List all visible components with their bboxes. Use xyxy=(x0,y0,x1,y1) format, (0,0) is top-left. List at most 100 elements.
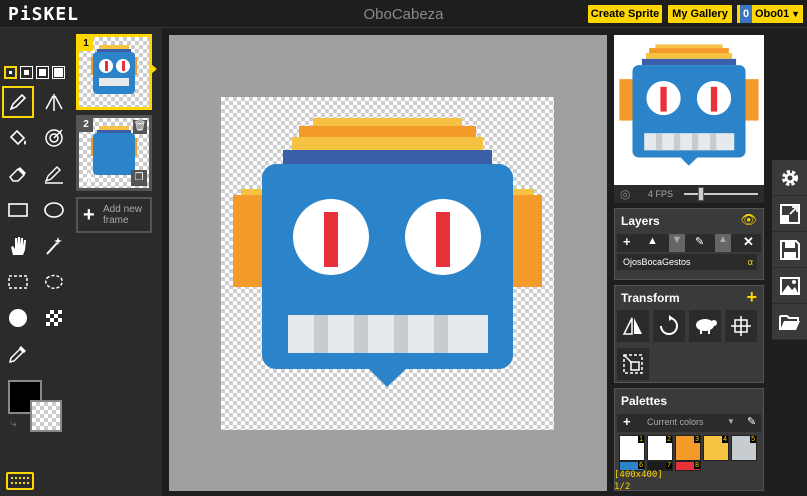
transform-title: Transform xyxy=(621,291,680,305)
palette-swatch[interactable]: 4 xyxy=(703,435,729,461)
drawing-canvas[interactable] xyxy=(221,97,554,430)
crop-button[interactable] xyxy=(617,348,649,380)
save-button[interactable] xyxy=(772,232,807,267)
resize-button[interactable] xyxy=(772,196,807,231)
settings-button[interactable] xyxy=(772,160,807,195)
lasso-select-tool[interactable] xyxy=(38,266,70,298)
folder-open-icon xyxy=(778,314,800,330)
paint-bucket-tool[interactable] xyxy=(2,122,34,154)
add-frame-button[interactable]: + Add new frame xyxy=(76,197,152,233)
transform-panel: Transform + xyxy=(614,285,764,383)
rectangle-icon xyxy=(8,203,28,217)
save-icon xyxy=(779,239,800,260)
vertical-mirror-tool[interactable] xyxy=(38,86,70,118)
rectangle-tool[interactable] xyxy=(2,194,34,226)
pen-size-4[interactable] xyxy=(52,66,65,79)
clone-button[interactable] xyxy=(689,310,721,342)
chevron-down-icon: ▼ xyxy=(791,9,800,19)
move-frame-icon[interactable]: ✛ xyxy=(81,170,97,186)
frame-preview xyxy=(91,45,137,94)
palette-swatch[interactable]: 3 xyxy=(675,435,701,461)
secondary-color-swatch[interactable] xyxy=(30,400,62,432)
import-button[interactable] xyxy=(772,304,807,339)
my-gallery-button[interactable]: My Gallery xyxy=(668,5,732,23)
rotate-button[interactable] xyxy=(653,310,685,342)
robot-sprite xyxy=(233,118,542,387)
move-layer-down-icon[interactable]: ▼ xyxy=(669,234,685,252)
dithering-tool[interactable] xyxy=(38,302,70,334)
colorswap-tool[interactable] xyxy=(38,122,70,154)
frame-thumbnail[interactable]: 2 🗑 ✛ ❐ xyxy=(76,115,152,191)
color-picker-icon xyxy=(8,346,26,364)
palette-swatch[interactable]: 2 xyxy=(647,435,673,461)
frame-counter: 1/2 xyxy=(614,482,631,492)
selected-frame-arrow xyxy=(151,64,157,74)
crop-icon xyxy=(623,354,643,374)
circle-tool[interactable] xyxy=(38,194,70,226)
color-picker-tool[interactable] xyxy=(2,338,34,370)
move-tool[interactable] xyxy=(2,230,34,262)
pen-size-2[interactable] xyxy=(20,66,33,79)
delete-frame-icon[interactable]: 🗑 xyxy=(133,120,147,134)
merge-layer-icon[interactable]: ▲ xyxy=(715,234,731,252)
vertical-mirror-icon xyxy=(45,94,63,111)
eraser-icon xyxy=(9,167,26,182)
palette-select[interactable]: Current colors xyxy=(647,417,704,427)
shape-select-tool[interactable] xyxy=(38,230,70,262)
dithering-icon xyxy=(46,310,62,326)
plus-icon: + xyxy=(83,204,95,226)
flip-icon xyxy=(622,317,642,335)
create-sprite-button[interactable]: Create Sprite xyxy=(588,5,662,23)
rectangle-select-tool[interactable] xyxy=(2,266,34,298)
palette-swatch[interactable]: 8 xyxy=(675,461,701,471)
tools-panel: ⤷ xyxy=(0,28,72,496)
edit-layer-icon[interactable]: ✎ xyxy=(695,235,704,248)
add-transform-icon[interactable]: + xyxy=(746,287,757,308)
align-center-icon xyxy=(731,316,751,336)
pen-tool[interactable] xyxy=(2,86,34,118)
flip-button[interactable] xyxy=(617,310,649,342)
magic-wand-icon xyxy=(46,237,62,255)
pen-size-1[interactable] xyxy=(4,66,17,79)
fps-slider[interactable] xyxy=(684,193,758,195)
add-palette-icon[interactable]: + xyxy=(623,414,631,429)
frame-thumbnail[interactable]: 1 xyxy=(76,34,152,110)
lasso-select-icon xyxy=(44,274,63,290)
eye-icon[interactable]: 👁 xyxy=(740,212,757,228)
layer-opacity[interactable]: α xyxy=(748,254,753,270)
top-bar: PiSKEL OboCabeza Create Sprite My Galler… xyxy=(0,0,807,28)
settings-sidebar xyxy=(772,160,807,340)
preview-sprite xyxy=(619,44,759,166)
add-layer-icon[interactable]: + xyxy=(623,234,631,249)
onion-skin-icon[interactable]: ◎ xyxy=(620,187,630,201)
edit-palette-icon[interactable]: ✎ xyxy=(747,415,756,428)
pen-size-3[interactable] xyxy=(36,66,49,79)
colorswap-icon xyxy=(45,129,63,147)
move-layer-up-icon[interactable]: ▲ xyxy=(647,235,658,247)
delete-layer-icon[interactable]: ✕ xyxy=(743,234,754,250)
lighten-tool[interactable] xyxy=(2,302,34,334)
resize-icon xyxy=(779,203,800,224)
layer-row[interactable]: OjosBocaGestos α xyxy=(617,254,757,270)
gear-icon xyxy=(781,169,798,186)
stroke-tool[interactable] xyxy=(38,158,70,190)
fps-slider-handle[interactable] xyxy=(698,187,704,201)
duplicate-frame-icon[interactable]: ❐ xyxy=(131,170,147,186)
keyboard-shortcuts-icon[interactable] xyxy=(6,472,34,490)
swap-colors-icon[interactable]: ⤷ xyxy=(10,416,17,431)
user-menu-button[interactable]: 0 Obo01 ▼ xyxy=(737,5,803,23)
export-button[interactable] xyxy=(772,268,807,303)
chevron-down-icon[interactable]: ▼ xyxy=(727,417,735,426)
palette-swatch[interactable]: 5 xyxy=(731,435,757,461)
palette-toolbar: + Current colors ▼ ✎ xyxy=(617,414,761,432)
palette-swatch[interactable]: 1 xyxy=(619,435,645,461)
user-badge: 0 xyxy=(740,5,752,23)
add-frame-label: Add new frame xyxy=(103,204,142,226)
rotate-icon xyxy=(660,315,678,335)
hand-icon xyxy=(11,237,26,255)
pen-icon xyxy=(9,93,27,111)
align-button[interactable] xyxy=(725,310,757,342)
eraser-tool[interactable] xyxy=(2,158,34,190)
animation-preview[interactable] xyxy=(614,35,764,185)
layers-toolbar: + ▲ ▼ ✎ ▲ ✕ xyxy=(617,234,761,252)
